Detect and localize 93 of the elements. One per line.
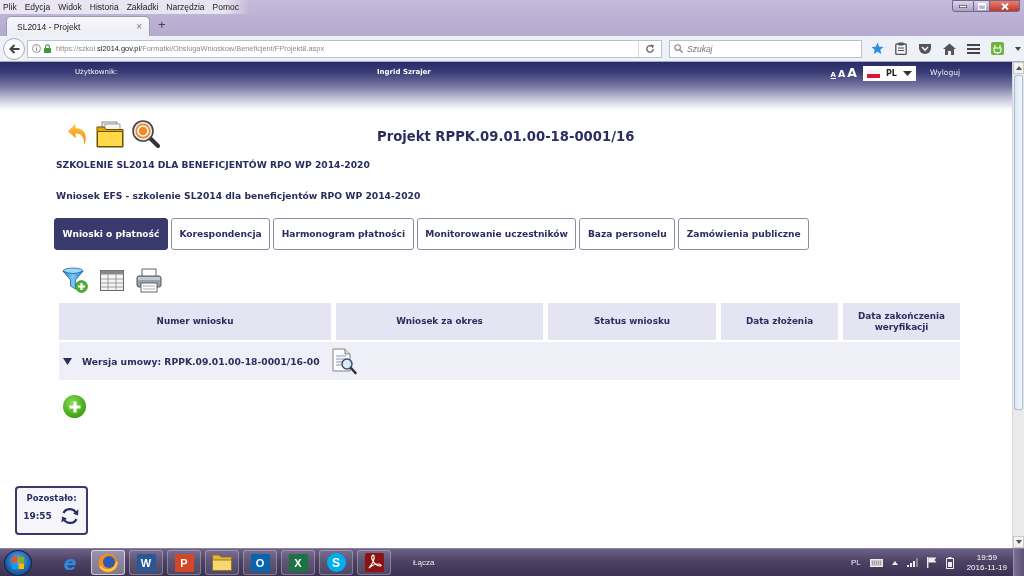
browser-tab[interactable]: SL2014 - Projekt × (6, 16, 150, 36)
taskbar-button[interactable] (91, 550, 125, 575)
column-header: Wniosek za okres (336, 303, 543, 340)
caret-down-icon (1015, 540, 1022, 544)
signal-bars-icon[interactable] (906, 558, 918, 567)
pocket-icon[interactable] (918, 42, 932, 55)
column-header: Numer wniosku (59, 303, 331, 340)
info-icon (32, 44, 41, 53)
back-button[interactable] (3, 37, 25, 60)
plus-icon (68, 400, 81, 413)
star-icon[interactable] (871, 42, 884, 55)
battery-icon[interactable] (945, 556, 954, 569)
scrollbar-thumb[interactable] (1014, 75, 1023, 410)
search-icon (674, 44, 683, 53)
application-name: Wniosek EFS - szkolenie SL2014 dla beneficjentów RPO WP 2014-2020 (56, 190, 422, 202)
app-letter-logo: S (326, 553, 346, 572)
new-tab-button[interactable]: + (158, 18, 166, 32)
tab[interactable]: Baza personelu (579, 218, 676, 250)
caret-up-icon (1015, 66, 1022, 70)
home-icon[interactable] (943, 42, 956, 55)
group-label: Wersja umowy: RPPK.09.01.00-18-0001/16-00 (82, 355, 320, 367)
tab-close-button[interactable]: × (136, 21, 142, 32)
menu-item[interactable]: Plik (3, 2, 17, 12)
text-size-button[interactable]: A (837, 67, 846, 80)
document-search-icon[interactable] (331, 347, 357, 375)
table-icon[interactable] (100, 269, 124, 291)
caret-up-icon[interactable] (891, 560, 898, 565)
menu-item[interactable]: Historia (89, 2, 119, 12)
program-name: SZKOLENIE SL2014 DLA BENEFICJENTÓW RPO WP 2014-2020 (56, 159, 371, 171)
taskbar-button[interactable]: P (167, 550, 201, 575)
taskbar-button[interactable] (205, 550, 239, 575)
menu-item[interactable]: Narzędzia (166, 2, 205, 12)
printer-icon[interactable] (136, 267, 162, 293)
folder-icon[interactable] (96, 120, 124, 148)
ringed-orb-icon (98, 552, 118, 573)
flag-icon[interactable] (926, 557, 937, 568)
session-label: Pozostało: (26, 492, 77, 504)
links-toolbar-label[interactable]: Łącza (413, 558, 435, 567)
app-letter-tile: W (136, 553, 156, 572)
scroll-down-button[interactable] (1013, 536, 1024, 548)
expand-triangle-icon[interactable] (63, 357, 72, 365)
reload-icon (645, 43, 655, 54)
start-button[interactable] (4, 549, 32, 576)
minimize-button[interactable] (952, 0, 974, 12)
tab[interactable]: Korespondencja (170, 218, 271, 250)
close-button[interactable] (990, 0, 1020, 12)
taskbar-button[interactable] (357, 550, 391, 575)
menu-icon[interactable] (967, 43, 980, 54)
taskbar-button[interactable]: X (281, 550, 315, 575)
magnifier-icon[interactable] (132, 120, 160, 148)
clipboard-icon[interactable] (895, 42, 907, 55)
app-letter-tile: O (250, 553, 270, 572)
four-pane-logo-icon (12, 556, 24, 569)
caret-down-icon (903, 71, 912, 76)
tab[interactable]: Harmonogram płatności (273, 218, 414, 250)
input-language-indicator[interactable]: PL (850, 558, 861, 567)
column-header: Data zakończenia weryfikacji (843, 303, 960, 340)
app-letter-tile: X (288, 553, 308, 572)
taskbar-button[interactable]: O (243, 550, 277, 575)
clock-time[interactable]: 19:59 (976, 552, 997, 563)
close-icon (1000, 2, 1009, 10)
session-time: 19:55 (23, 511, 52, 521)
restore-icon (977, 2, 986, 10)
language-select[interactable]: PL (863, 66, 916, 81)
scroll-up-button[interactable] (1013, 62, 1024, 74)
refresh-icon[interactable] (59, 506, 80, 526)
menu-item[interactable]: Pomoc (212, 2, 240, 12)
menu-item[interactable]: Edycja (24, 2, 51, 12)
maximize-button[interactable] (974, 0, 990, 12)
minimize-icon (959, 4, 967, 8)
tab[interactable]: Wnioski o płatność (54, 218, 168, 250)
menu-item[interactable]: Widok (58, 2, 82, 12)
folder-icon (212, 554, 232, 571)
arrow-left-icon (8, 43, 20, 54)
swirl-tile-icon (364, 553, 384, 572)
tab[interactable]: Monitorowanie uczestników (416, 218, 577, 250)
keyboard-icon[interactable] (869, 558, 883, 567)
tab[interactable]: Zamówienia publiczne (678, 218, 810, 250)
text-size-button[interactable]: A (847, 66, 857, 79)
add-button[interactable] (63, 395, 86, 418)
app-letter-logo: e (62, 552, 78, 573)
lock-icon (44, 44, 51, 53)
taskbar-button[interactable]: W (129, 550, 163, 575)
menu-item[interactable]: Zakładki (126, 2, 159, 12)
search-field[interactable]: Szukaj (669, 39, 862, 58)
filter-add-icon[interactable] (62, 267, 88, 293)
caret-icon[interactable] (1015, 46, 1021, 51)
column-header: Status wniosku (548, 303, 716, 340)
flag-icon (867, 69, 880, 78)
clock-date[interactable]: 2016-11-19 (966, 562, 1007, 573)
app-letter-tile: P (174, 553, 194, 572)
project-title: Projekt RPPK.09.01.00-18-0001/16 (377, 128, 635, 144)
column-header: Data złożenia (721, 303, 838, 340)
